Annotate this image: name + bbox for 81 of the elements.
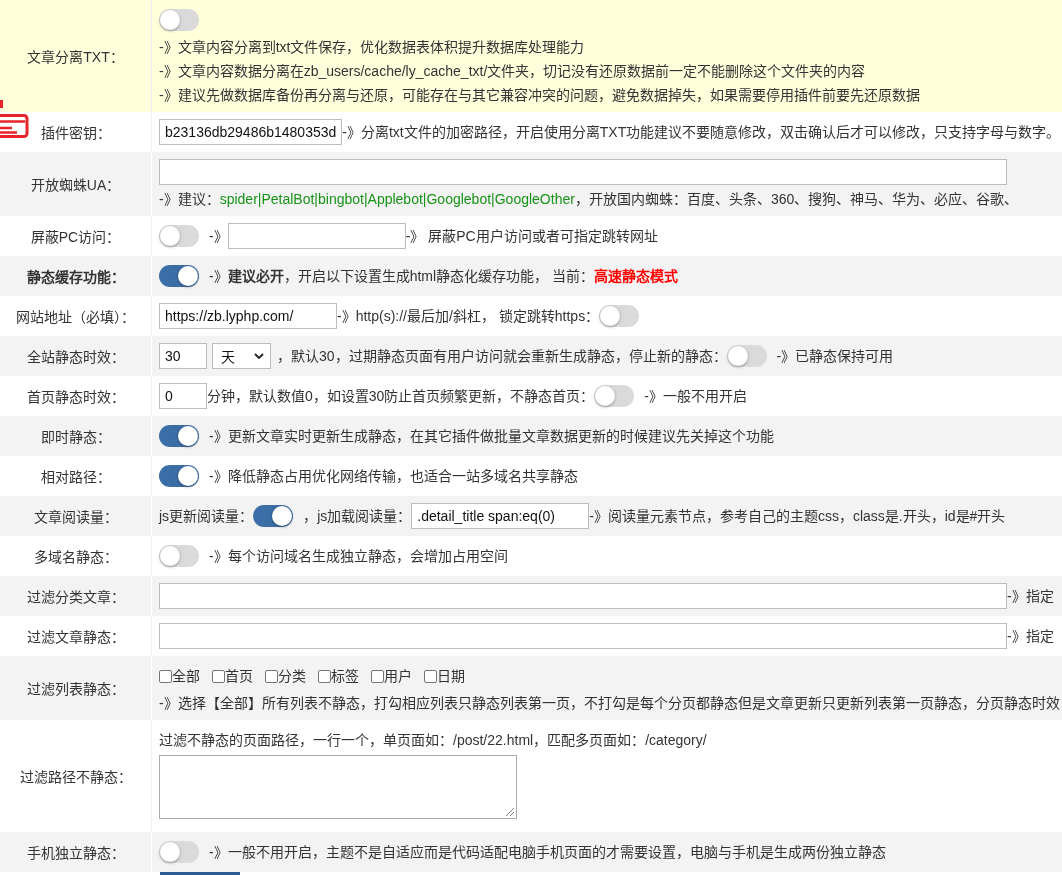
toggle-switch[interactable] xyxy=(159,225,199,247)
setting-label: 手机独立静态： xyxy=(26,844,125,862)
setting-label: 即时静态： xyxy=(40,428,111,446)
hint-text: -》 xyxy=(209,227,228,246)
setting-label: 首页静态时效： xyxy=(26,388,125,406)
checkbox[interactable] xyxy=(424,669,437,683)
hint-text: -》已静态保持可用 xyxy=(776,347,894,366)
setting-label: 过滤列表静态： xyxy=(26,680,125,698)
hint-text: ，开放国内蜘蛛：百度、头条、360、搜狗、神马、华为、必应、谷歌、 xyxy=(574,190,1019,209)
hint-text: -》建议： xyxy=(159,190,220,209)
text-field[interactable] xyxy=(227,223,406,249)
text-field[interactable]: b23136db29486b1480353d xyxy=(159,119,343,145)
toggle-switch[interactable] xyxy=(159,425,199,447)
toggle-switch[interactable] xyxy=(594,385,635,407)
checkbox-label[interactable]: 标签 xyxy=(331,664,359,688)
setting-label: 相对路径： xyxy=(40,468,111,486)
hint-text: -》降低静态占用优化网络传输，也适合一站多域名共享静态 xyxy=(209,467,578,486)
text-field[interactable]: https://zb.lyphp.com/ xyxy=(159,303,337,329)
hint-text: 过滤不静态的页面路径，一行一个，单页面如：/post/22.html，匹配多页面如：/category/ xyxy=(159,731,707,750)
mode-status: 高速静态模式 xyxy=(594,267,678,286)
text-field[interactable] xyxy=(159,583,1007,609)
hint-text: -》一般不用开启，主题不是自适应而是代码适配电脑手机页面的才需要设置，电脑与手机是生成两份独立静态 xyxy=(209,843,886,862)
setting-label: 过滤分类文章： xyxy=(26,588,125,606)
setting-label: 屏蔽PC访问： xyxy=(30,228,121,246)
hint-text: -》每个访问域名生成独立静态，会增加占用空间 xyxy=(209,547,508,566)
hint-text: -》更新文章实时更新生成静态，在其它插件做批量文章数据更新的时候建议先关掉这个功能 xyxy=(209,427,774,446)
toggle-switch[interactable] xyxy=(253,505,294,527)
hint-text: -》指定 xyxy=(1007,627,1054,646)
hint-text: ，默认30，过期静态页面有用户访问就会重新生成静态，停止新的静态： xyxy=(277,347,727,366)
checkbox-label[interactable]: 日期 xyxy=(437,664,465,688)
checkbox-label[interactable]: 全部 xyxy=(172,664,200,688)
setting-label: 过滤路径不静态： xyxy=(19,768,132,786)
hint-text: -》选择【全部】所有列表不静态，打勾相应列表只静态列表第一页，不打勾是每个分页都静态但是文章更新只更新列表第一页静态，分页静态时效 xyxy=(159,694,1060,713)
checkbox-label[interactable]: 分类 xyxy=(278,664,306,688)
setting-label: 过滤文章静态： xyxy=(26,628,125,646)
text-field[interactable] xyxy=(159,159,1007,185)
hint-text: -》一般不用开启 xyxy=(644,387,748,406)
toggle-switch[interactable] xyxy=(159,265,199,287)
toggle-switch[interactable] xyxy=(726,345,767,367)
toggle-switch[interactable] xyxy=(159,465,199,487)
checkbox[interactable] xyxy=(212,669,225,683)
unit-select[interactable]: 天 xyxy=(212,343,271,369)
hint-text: -》http(s)://最后加/斜杠， 锁定跳转https： xyxy=(337,307,600,326)
setting-label: 网站地址（必填）： xyxy=(16,308,135,326)
number-field[interactable]: 30 xyxy=(159,343,207,369)
checkbox[interactable] xyxy=(159,669,172,683)
hint-text: 分钟，默认数值0，如设置30防止首页频繁更新，不静态首页： xyxy=(207,387,595,406)
text-field[interactable]: .detail_title span:eq(0) xyxy=(411,503,590,529)
setting-label: 静态缓存功能： xyxy=(26,268,125,286)
hint-text: -》 屏蔽PC用户访问或者可指定跳转网址 xyxy=(405,227,658,246)
setting-label: 全站静态时效： xyxy=(26,348,125,366)
hint-text: -》文章内容数据分离在zb_users/cache/ly_cache_txt/文件夹，切记没有还原数据前一定不能删除这个文件夹的内容 xyxy=(159,62,866,81)
hint-text: ，js加载阅读量： xyxy=(303,507,412,526)
hint-text: -》建议必开，开启以下设置生成html静态化缓存功能， 当前： xyxy=(209,267,594,286)
setting-label: 多域名静态： xyxy=(33,548,118,566)
hint-text: -》建议先做数据库备份再分离与还原，可能存在与其它兼容冲突的问题，避免数据掉失，如果需要停用插件前要先还原数据 xyxy=(159,86,920,105)
hint-text: js更新阅读量： xyxy=(159,507,254,526)
setting-label: 插件密钥： xyxy=(40,124,111,142)
chevron-down-icon xyxy=(254,353,264,359)
setting-label: 文章阅读量： xyxy=(33,508,118,526)
path-textarea[interactable] xyxy=(159,755,517,819)
setting-label: 开放蜘蛛UA： xyxy=(30,176,121,194)
hint-text: -》阅读量元素节点，参考自己的主题css，class是.开头，id是#开头 xyxy=(589,507,1006,526)
toggle-switch[interactable] xyxy=(159,9,199,31)
resize-grip-icon[interactable] xyxy=(506,808,514,816)
checkbox[interactable] xyxy=(318,669,331,683)
checkbox-label[interactable]: 首页 xyxy=(225,664,253,688)
toggle-switch[interactable] xyxy=(159,841,199,863)
spider-list-text: spider|PetalBot|bingbot|Applebot|Googlebot|GoogleOther xyxy=(219,190,575,209)
notes-icon[interactable] xyxy=(0,100,30,140)
text-field[interactable] xyxy=(159,623,1007,649)
number-field[interactable]: 0 xyxy=(159,383,207,409)
checkbox-label[interactable]: 用户 xyxy=(384,664,412,688)
checkbox[interactable] xyxy=(265,669,278,683)
hint-text: -》指定 xyxy=(1007,587,1054,606)
checkbox[interactable] xyxy=(371,669,384,683)
toggle-switch[interactable] xyxy=(159,545,199,567)
hint-text: -》分离txt文件的加密路径，开启使用分离TXT功能建议不要随意修改，双击确认后才可以修改，只支持字母与数字。 xyxy=(342,123,1061,142)
setting-label: 文章分离TXT： xyxy=(27,48,124,66)
toggle-switch[interactable] xyxy=(599,305,640,327)
hint-text: -》文章内容分离到txt文件保存，优化数据表体积提升数据库处理能力 xyxy=(159,38,585,57)
